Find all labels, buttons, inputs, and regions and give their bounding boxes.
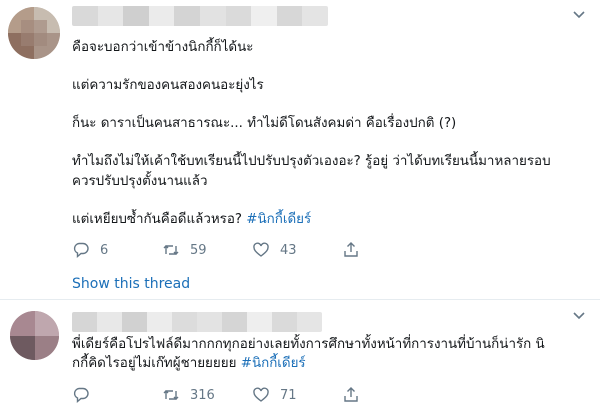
share-icon	[344, 242, 358, 257]
retweet-count: 59	[190, 242, 207, 258]
heart-icon	[253, 242, 269, 257]
tweet-text-line: ควรปรับปรุงตั้งนานแล้ว	[72, 174, 208, 189]
share-icon	[344, 387, 358, 402]
author-name[interactable]	[72, 312, 322, 332]
author-name[interactable]	[72, 6, 328, 26]
reply-button[interactable]	[72, 386, 162, 404]
hashtag-link[interactable]: #นิกกี้เดียร์	[246, 212, 311, 227]
tweet-actions: 6 59 43	[72, 241, 382, 259]
tweet-text: แต่เหยียบซ้ำกันคือดีแล้วหรอ?	[72, 212, 243, 227]
avatar[interactable]	[8, 7, 60, 59]
like-button[interactable]: 43	[252, 241, 342, 259]
like-count: 71	[280, 387, 297, 403]
tweet-text-line: ทำไมถึงไม่ให้เค้าใช้บทเรียนนี้ไปปรับปรุง…	[72, 154, 551, 169]
reply-icon	[73, 242, 89, 259]
tweet: คือจะบอกว่าเข้าข้างนิกกี้ก็ได้นะ แต่ความ…	[0, 0, 600, 300]
retweet-count: 316	[190, 387, 215, 403]
heart-icon	[253, 387, 269, 402]
hashtag-link[interactable]: #นิกกี้เดียร์	[241, 356, 306, 371]
retweet-button[interactable]: 316	[162, 386, 252, 404]
tweet-text-line: แต่ความรักของคนสองคนอะยุ่งไร	[72, 78, 264, 93]
tweet: พี่เดียร์คือโปรไฟล์ดีมากกกทุกอย่างเลยทั้…	[0, 301, 600, 413]
avatar[interactable]	[10, 311, 59, 360]
divider	[0, 299, 600, 300]
retweet-icon	[163, 245, 179, 255]
tweet-text-line: ก็นะ ดาราเป็นคนสาธารณะ... ทำไม่ดีโดนสังค…	[72, 116, 457, 131]
chevron-down-icon[interactable]	[572, 10, 586, 24]
tweet-text-line: พี่เดียร์คือโปรไฟล์ดีมากกกทุกอย่างเลยทั้…	[72, 337, 545, 352]
reply-button[interactable]: 6	[72, 241, 162, 259]
tweet-text: กกี้คิดไรอยู่ไม่เก๊ทผู้ชายยยยย	[72, 356, 237, 371]
share-button[interactable]	[342, 386, 382, 404]
tweet-text-line: แต่เหยียบซ้ำกันคือดีแล้วหรอ? #นิกกี้เดีย…	[72, 210, 311, 229]
tweet-actions: 316 71	[72, 386, 382, 404]
like-button[interactable]: 71	[252, 386, 342, 404]
tweet-text-line: กกี้คิดไรอยู่ไม่เก๊ทผู้ชายยยยย #นิกกี้เด…	[72, 354, 306, 373]
show-thread-link[interactable]: Show this thread	[72, 276, 190, 292]
chevron-down-icon[interactable]	[572, 311, 586, 325]
reply-count: 6	[100, 242, 109, 258]
share-button[interactable]	[342, 241, 382, 259]
reply-icon	[73, 387, 89, 404]
like-count: 43	[280, 242, 297, 258]
retweet-icon	[163, 390, 179, 400]
tweet-text-line: คือจะบอกว่าเข้าข้างนิกกี้ก็ได้นะ	[72, 40, 254, 55]
retweet-button[interactable]: 59	[162, 241, 252, 259]
